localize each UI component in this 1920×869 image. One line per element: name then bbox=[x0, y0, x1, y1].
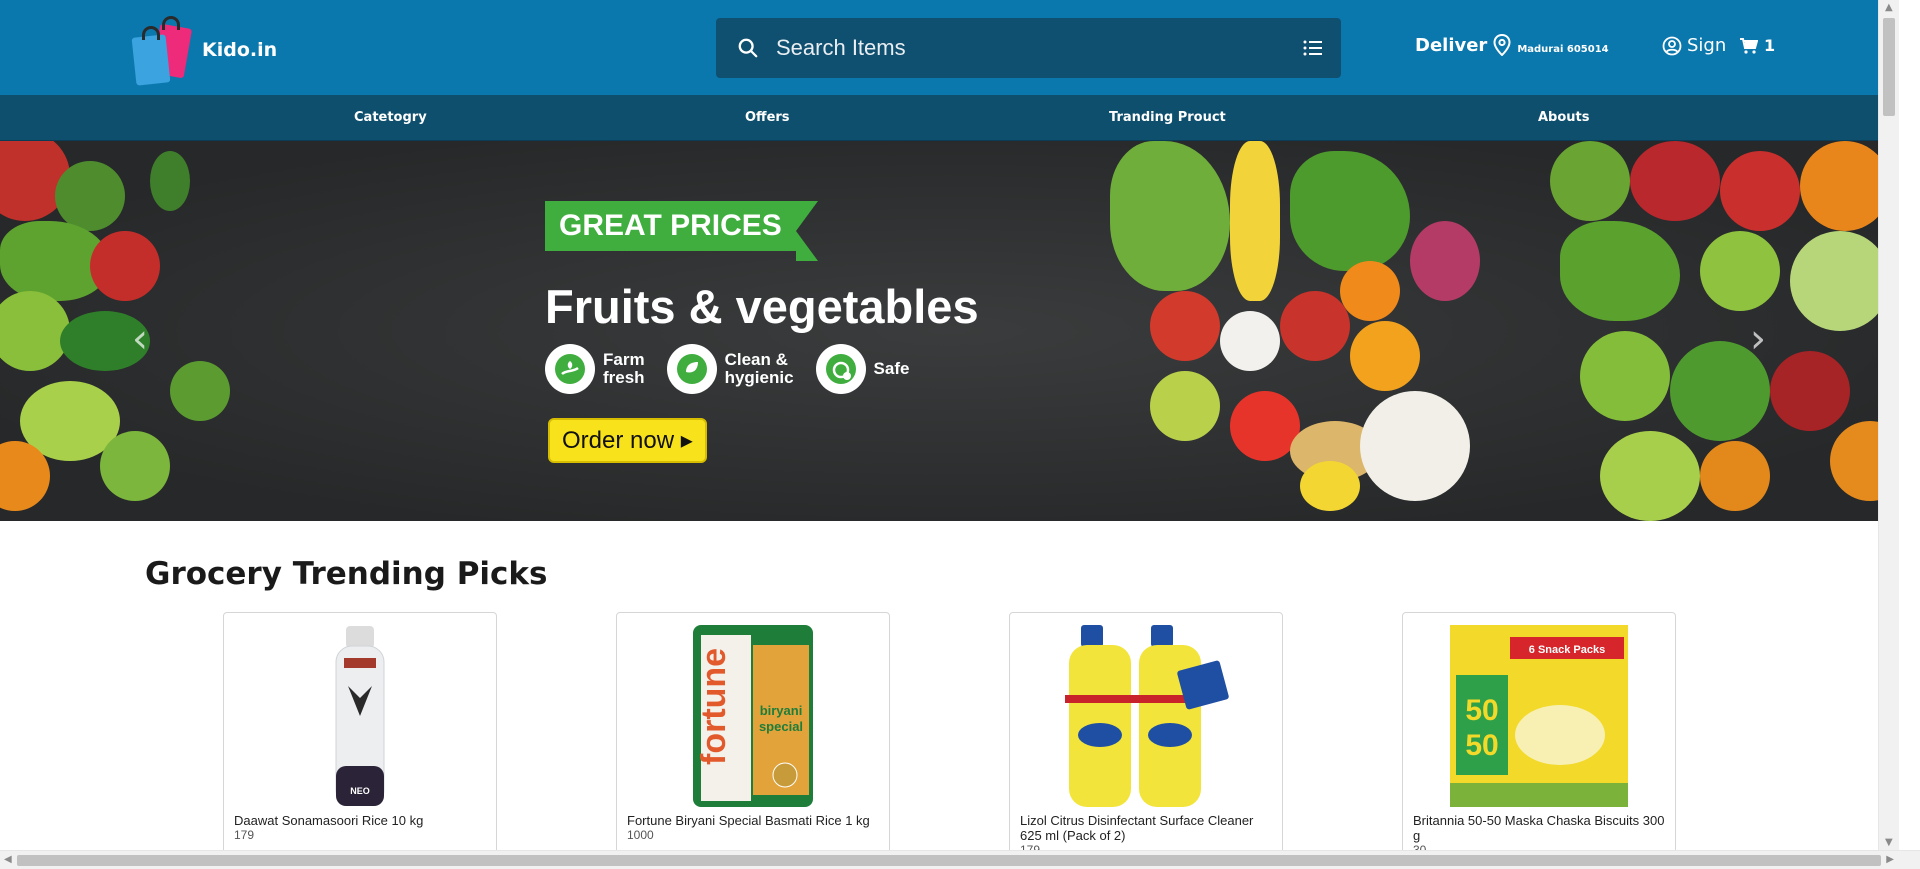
product-price: 30 bbox=[1413, 843, 1427, 850]
sign-in-label: Sign bbox=[1687, 35, 1727, 56]
vertical-scrollbar[interactable]: ▲ ▼ bbox=[1878, 0, 1899, 850]
farm-hand-icon bbox=[545, 344, 595, 394]
svg-text:50: 50 bbox=[1465, 729, 1498, 762]
product-name: Fortune Biryani Special Basmati Rice 1 k… bbox=[627, 813, 870, 828]
scroll-down-icon[interactable]: ▼ bbox=[1885, 837, 1893, 848]
banner-title: Fruits & vegetables bbox=[545, 280, 979, 333]
product-name: Britannia 50-50 Maska Chaska Biscuits 30… bbox=[1413, 813, 1665, 843]
product-image: NEO bbox=[224, 625, 496, 807]
clean-leaves-icon bbox=[666, 344, 717, 394]
logo[interactable]: Kido.in bbox=[128, 8, 277, 86]
vertical-scroll-thumb[interactable] bbox=[1883, 18, 1895, 116]
feature-safe: Safe bbox=[815, 344, 909, 394]
deliver-location-text: Madurai 605014 bbox=[1517, 43, 1609, 55]
horizontal-scroll-thumb[interactable] bbox=[17, 855, 1881, 866]
svg-text:NEO: NEO bbox=[350, 786, 370, 796]
product-info: Daawat Sonamasoori Rice 10 kg 179 bbox=[234, 813, 486, 843]
product-image: fortune biryani special bbox=[617, 625, 889, 807]
section-title: Grocery Trending Picks bbox=[145, 556, 548, 592]
safe-apple-icon bbox=[815, 344, 866, 394]
cart-count: 1 bbox=[1764, 36, 1776, 55]
top-header: Kido.in Deliver Madurai 605014 Sign bbox=[0, 0, 1899, 95]
scroll-right-icon[interactable]: ▶ bbox=[1886, 854, 1894, 865]
carousel-next-icon[interactable]: › bbox=[1750, 316, 1766, 362]
product-price: 179 bbox=[234, 828, 255, 842]
carousel-prev-icon[interactable]: ‹ bbox=[132, 316, 148, 362]
nav-item-category[interactable]: Catetogry bbox=[354, 110, 427, 125]
deliver-label: Deliver bbox=[1415, 34, 1488, 56]
order-now-button[interactable]: Order now ▸ bbox=[548, 418, 707, 463]
location-pin-icon bbox=[1493, 34, 1511, 56]
main-nav: Catetogry Offers Tranding Prouct Abouts bbox=[0, 95, 1899, 141]
logo-text: Kido.in bbox=[202, 39, 278, 61]
product-card[interactable]: Lizol Citrus Disinfectant Surface Cleane… bbox=[1009, 612, 1283, 850]
shopping-bags-icon bbox=[128, 8, 194, 86]
deliver-location[interactable]: Deliver Madurai 605014 bbox=[1415, 34, 1609, 56]
feature-farm-fresh: Farm fresh bbox=[545, 344, 645, 394]
product-image bbox=[1010, 625, 1282, 807]
nav-item-trending-product[interactable]: Tranding Prouct bbox=[1109, 110, 1226, 125]
product-info: Britannia 50-50 Maska Chaska Biscuits 30… bbox=[1413, 813, 1665, 850]
list-filter-icon[interactable] bbox=[1293, 18, 1333, 78]
product-card[interactable]: NEO Daawat Sonamasoori Rice 10 kg 179 bbox=[223, 612, 497, 850]
banner-features: Farm fresh Clean & hygienic Safe bbox=[545, 344, 909, 394]
product-info: Fortune Biryani Special Basmati Rice 1 k… bbox=[627, 813, 879, 843]
search-input[interactable] bbox=[770, 35, 1293, 61]
product-name: Lizol Citrus Disinfectant Surface Cleane… bbox=[1020, 813, 1254, 843]
search-bar bbox=[716, 18, 1341, 78]
svg-text:6 Snack Packs: 6 Snack Packs bbox=[1529, 644, 1605, 656]
scroll-left-icon[interactable]: ◀ bbox=[4, 854, 12, 865]
cart-button[interactable]: 1 bbox=[1740, 36, 1775, 55]
page: Kido.in Deliver Madurai 605014 Sign bbox=[0, 0, 1899, 850]
product-info: Lizol Citrus Disinfectant Surface Cleane… bbox=[1020, 813, 1272, 850]
sign-in-link[interactable]: Sign bbox=[1662, 35, 1726, 56]
feature-clean-hygienic: Clean & hygienic bbox=[666, 344, 794, 394]
product-name: Daawat Sonamasoori Rice 10 kg bbox=[234, 813, 424, 828]
nav-item-abouts[interactable]: Abouts bbox=[1538, 110, 1590, 125]
product-list: NEO Daawat Sonamasoori Rice 10 kg 179 fo… bbox=[0, 612, 1899, 850]
product-card[interactable]: 6 Snack Packs 50 50 Britannia 50-50 Mask… bbox=[1402, 612, 1676, 850]
svg-text:special: special bbox=[759, 719, 803, 734]
scroll-up-icon[interactable]: ▲ bbox=[1885, 2, 1893, 13]
product-price: 1000 bbox=[627, 828, 654, 842]
svg-text:fortune: fortune bbox=[695, 648, 733, 765]
horizontal-scrollbar[interactable]: ◀ ▶ bbox=[0, 850, 1920, 869]
great-prices-badge: GREAT PRICES bbox=[545, 201, 818, 261]
product-image: 6 Snack Packs 50 50 bbox=[1403, 625, 1675, 807]
product-card[interactable]: fortune biryani special Fortune Biryani … bbox=[616, 612, 890, 850]
user-circle-icon bbox=[1662, 36, 1682, 56]
hero-banner[interactable]: GREAT PRICES Fruits & vegetables Farm fre… bbox=[0, 141, 1899, 521]
search-icon[interactable] bbox=[726, 18, 770, 78]
svg-text:50: 50 bbox=[1465, 694, 1498, 727]
cart-icon bbox=[1740, 37, 1758, 54]
svg-text:biryani: biryani bbox=[760, 703, 803, 718]
product-price: 179 bbox=[1020, 843, 1041, 850]
nav-item-offers[interactable]: Offers bbox=[745, 110, 790, 125]
